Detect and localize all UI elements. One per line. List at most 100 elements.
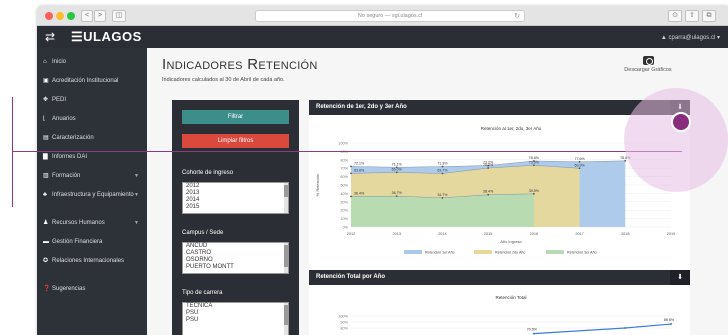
sidebar-item-label: Caracterización — [52, 135, 94, 141]
data-point — [441, 165, 444, 168]
data-point — [532, 332, 535, 335]
career-option[interactable]: TECNICA — [183, 303, 288, 310]
sidebar-item-pedi[interactable]: ✥ PEDI — [43, 96, 147, 104]
cohort-option[interactable]: 2015 — [183, 204, 288, 211]
download-charts-button[interactable]: Descargar Gráficos — [617, 56, 679, 73]
data-label: 73.5% — [529, 160, 540, 164]
sidebar-item-label: Sugerencias — [52, 286, 86, 292]
legend-label: Retención 2do Año — [495, 251, 525, 255]
cohort-label: Cohorte de ingreso — [182, 170, 234, 176]
sidebar-item-acreditacion[interactable]: ▣ Acreditación Institucional — [43, 77, 147, 85]
back-button[interactable]: < — [81, 10, 93, 22]
data-point — [532, 164, 535, 167]
scrollbar[interactable] — [284, 303, 288, 335]
campus-option[interactable]: ANCUD — [183, 243, 288, 250]
sidebar-item-inicio[interactable]: ⌂ Inicio — [43, 58, 147, 66]
tabs-icon[interactable]: ⧉ — [702, 10, 716, 22]
data-label: 63.7% — [437, 168, 448, 172]
question-icon: ❓ — [43, 286, 51, 292]
annotation-marker — [671, 112, 691, 132]
sidebar-item-label: Infraestructura y Equipamiento — [52, 192, 134, 198]
sidebar-item-label: Formación — [52, 173, 81, 179]
forward-button[interactable]: > — [94, 10, 106, 22]
id-card-icon: ▤ — [43, 135, 49, 141]
clear-filters-button[interactable]: Limpiar filtros — [182, 134, 289, 148]
cohort-option[interactable]: 2013 — [183, 190, 288, 197]
data-label: 70.2% — [483, 163, 494, 167]
series-line — [533, 323, 672, 335]
panel-title: Retención Total por Año — [309, 270, 690, 285]
cohort-option[interactable]: 2012 — [183, 183, 288, 190]
user-icon: ▲ — [660, 35, 669, 41]
main-content: Indicadores Retención Indicadores calcul… — [147, 48, 728, 335]
career-select[interactable]: TECNICA PSU PSU — [182, 302, 289, 335]
share-icon[interactable]: ⇧ — [685, 10, 699, 22]
data-label: 34.7% — [437, 193, 448, 197]
scrollbar[interactable] — [284, 183, 288, 213]
data-point — [487, 193, 490, 196]
users-icon: ♟ — [43, 220, 49, 226]
sidebar-item-relaciones[interactable]: ✪ Relaciones Internacionales — [43, 257, 147, 265]
total-retention-line-chart: Retención Total 100% 90% 80% 70.6% 86.6% — [338, 295, 675, 335]
y-tick-label: 50% — [340, 184, 348, 188]
user-menu[interactable]: ▲ cparra@ulagos.cl ▾ — [661, 34, 720, 41]
data-point — [350, 172, 352, 175]
y-tick-label: 80% — [340, 158, 348, 162]
certificate-icon: ▣ — [43, 78, 49, 84]
sitemap-icon: ♣ — [43, 192, 47, 198]
sidebar-item-label: Acreditación Institucional — [52, 78, 119, 84]
scrollbar[interactable] — [284, 243, 288, 273]
campus-select[interactable]: ANCUD CASTRO OSORNO PUERTO MONTT — [182, 242, 289, 274]
sidebar-item-informes-dai[interactable]: ▇ Informes DAI — [43, 153, 147, 161]
data-point — [395, 195, 398, 198]
sidebar-item-label: Informes DAI — [52, 154, 88, 160]
scrollbar-thumb[interactable] — [284, 305, 288, 325]
chart-title: Retención al 1er, 2do, 3er Año — [481, 126, 542, 131]
sidebar-item-label: Inicio — [52, 59, 67, 65]
filters-panel: Filtrar Limpiar filtros Cohorte de ingre… — [172, 100, 299, 335]
sidebar-item-label: PEDI — [52, 97, 67, 103]
x-axis-label: Año Ingreso — [500, 239, 522, 244]
cohort-select[interactable]: 2012 2013 2014 2015 — [182, 182, 289, 214]
close-window-button[interactable] — [45, 12, 53, 20]
sidebar-item-gestion-financiera[interactable]: ▬ Gestión Financiera — [43, 238, 147, 246]
chevron-down-icon: ▼ — [134, 220, 139, 226]
data-label: 36.7% — [392, 191, 403, 195]
extension-icon[interactable]: ⊙ — [668, 10, 682, 22]
y-tick-label: 40% — [340, 192, 348, 196]
sidebar-item-infraestructura[interactable]: ♣ Infraestructura y Equipamiento ▼ — [43, 191, 147, 199]
sidebar-item-formacion[interactable]: ▥ Formación ▼ — [43, 172, 147, 180]
sidebar-item-anuarios[interactable]: ⌊ Anuarios — [43, 115, 147, 123]
y-tick-label: 80% — [340, 327, 348, 331]
career-option[interactable]: PSU — [183, 310, 288, 317]
sidebar-toggle-button[interactable]: ◫ — [112, 10, 126, 22]
y-tick-label: 70% — [340, 167, 348, 171]
maximize-window-button[interactable] — [67, 12, 75, 20]
reload-icon[interactable]: ↻ — [514, 12, 520, 22]
data-point — [670, 323, 672, 326]
campus-option[interactable]: OSORNO — [183, 257, 288, 264]
data-label: 72.1% — [354, 161, 365, 165]
y-tick-label: 30% — [340, 200, 348, 204]
menu-toggle-icon[interactable]: ⇄ — [45, 30, 55, 44]
download-icon[interactable]: ⬇ — [670, 270, 690, 285]
legend-label: Retención 1er Año — [425, 251, 455, 255]
sidebar-item-caracterizacion[interactable]: ▤ Caracterización — [43, 134, 147, 142]
data-point — [532, 192, 535, 195]
filter-button[interactable]: Filtrar — [182, 110, 289, 124]
scrollbar-thumb[interactable] — [284, 185, 288, 197]
logo[interactable]: ☰ULAGOS — [71, 29, 142, 45]
sidebar-item-recursos-humanos[interactable]: ♟ Recursos Humanos ▼ — [43, 219, 147, 227]
scrollbar-thumb[interactable] — [284, 245, 288, 267]
sidebar-item-sugerencias[interactable]: ❓ Sugerencias — [43, 285, 147, 293]
total-retention-chart-panel: Retención Total por Año ⬇ Retención Tota… — [309, 270, 690, 335]
campus-option[interactable]: CASTRO — [183, 250, 288, 257]
address-bar[interactable]: No seguro — sgi.ulagos.cl ↻ — [255, 10, 525, 22]
campus-option[interactable]: PUERTO MONTT — [183, 264, 288, 271]
camera-icon — [642, 56, 654, 65]
minimize-window-button[interactable] — [56, 12, 64, 20]
sidebar-item-label: Relaciones Internacionales — [52, 258, 125, 264]
money-icon: ▬ — [43, 239, 49, 245]
cohort-option[interactable]: 2014 — [183, 197, 288, 204]
career-option[interactable]: PSU — [183, 317, 288, 324]
